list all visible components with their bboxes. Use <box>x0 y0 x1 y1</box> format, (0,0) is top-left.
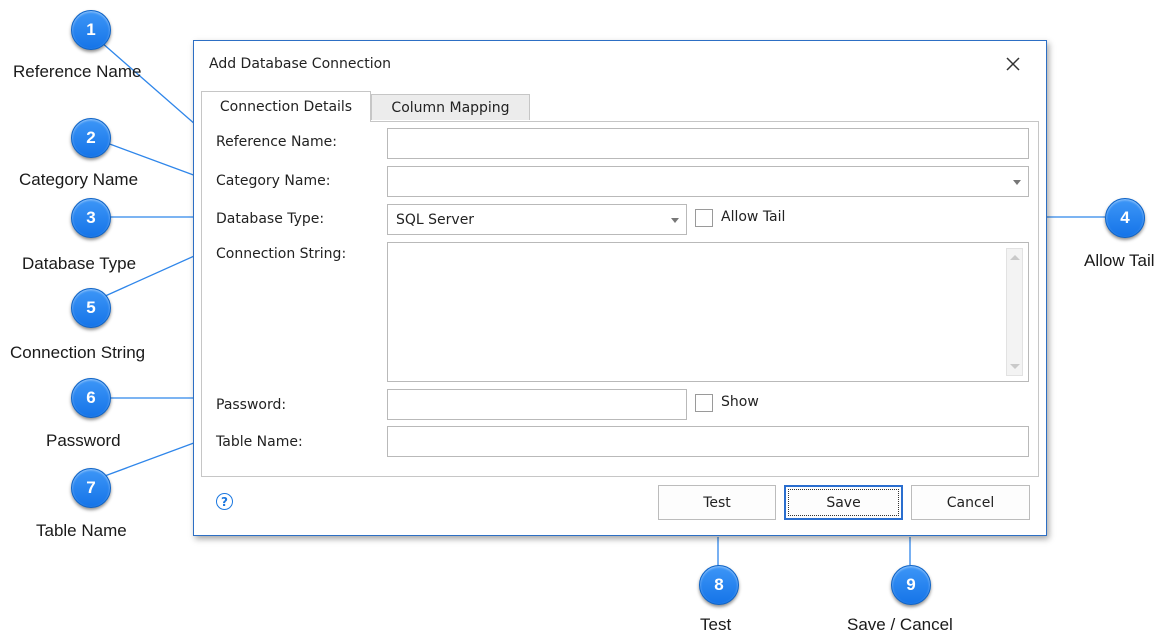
callout-label-reference-name: Reference Name <box>13 62 142 81</box>
test-button[interactable]: Test <box>658 485 776 520</box>
help-icon[interactable]: ? <box>216 493 233 510</box>
connection-string-textarea[interactable] <box>387 242 1029 382</box>
chevron-down-icon <box>671 217 679 223</box>
reference-name-label: Reference Name: <box>216 134 337 150</box>
show-password-label: Show <box>721 394 759 410</box>
callout-badge-7: 7 <box>71 468 111 508</box>
callout-label-database-type: Database Type <box>22 254 137 273</box>
callout-badge-3: 3 <box>71 198 111 238</box>
callout-label-save-cancel: Save / Cancel <box>847 615 953 634</box>
callout-label-allow-tail: Allow Tail <box>1084 251 1155 270</box>
database-type-value: SQL Server <box>396 211 475 228</box>
database-type-label: Database Type: <box>216 211 325 227</box>
callout-badge-5: 5 <box>71 288 111 328</box>
connection-details-panel: Reference Name: Category Name: Database … <box>201 121 1039 477</box>
scroll-up-icon[interactable] <box>1010 255 1020 260</box>
callout-label-password: Password <box>46 431 121 450</box>
table-name-input[interactable] <box>387 426 1029 457</box>
allow-tail-checkbox[interactable] <box>695 209 713 227</box>
dialog-title: Add Database Connection <box>209 56 392 72</box>
tab-connection-details[interactable]: Connection Details <box>201 91 371 122</box>
tab-column-mapping[interactable]: Column Mapping <box>371 94 530 120</box>
show-password-checkbox[interactable] <box>695 394 713 412</box>
dialog-titlebar: Add Database Connection <box>194 41 1046 89</box>
close-icon[interactable] <box>998 50 1028 78</box>
callout-badge-4: 4 <box>1105 198 1145 238</box>
scroll-down-icon[interactable] <box>1010 364 1020 369</box>
cancel-button[interactable]: Cancel <box>911 485 1030 520</box>
reference-name-input[interactable] <box>387 128 1029 159</box>
table-name-label: Table Name: <box>216 434 303 450</box>
callout-badge-6: 6 <box>71 378 111 418</box>
connection-string-scrollbar[interactable] <box>1006 248 1023 376</box>
save-button[interactable]: Save <box>784 485 903 520</box>
callout-label-test: Test <box>700 615 732 634</box>
callout-badge-1: 1 <box>71 10 111 50</box>
chevron-down-icon <box>1013 179 1021 185</box>
add-database-connection-dialog: Add Database Connection Connection Detai… <box>193 40 1047 536</box>
callout-badge-8: 8 <box>699 565 739 605</box>
callout-badge-2: 2 <box>71 118 111 158</box>
category-name-label: Category Name: <box>216 173 331 189</box>
callout-label-table-name: Table Name <box>36 521 127 540</box>
allow-tail-label: Allow Tail <box>721 209 786 225</box>
password-label: Password: <box>216 397 287 413</box>
callout-label-connection-string: Connection String <box>10 343 146 362</box>
callout-badge-9: 9 <box>891 565 931 605</box>
database-type-dropdown[interactable]: SQL Server <box>387 204 687 235</box>
callout-label-category-name: Category Name <box>19 170 139 189</box>
connection-string-label: Connection String: <box>216 246 347 262</box>
category-name-dropdown[interactable] <box>387 166 1029 197</box>
password-input[interactable] <box>387 389 687 420</box>
